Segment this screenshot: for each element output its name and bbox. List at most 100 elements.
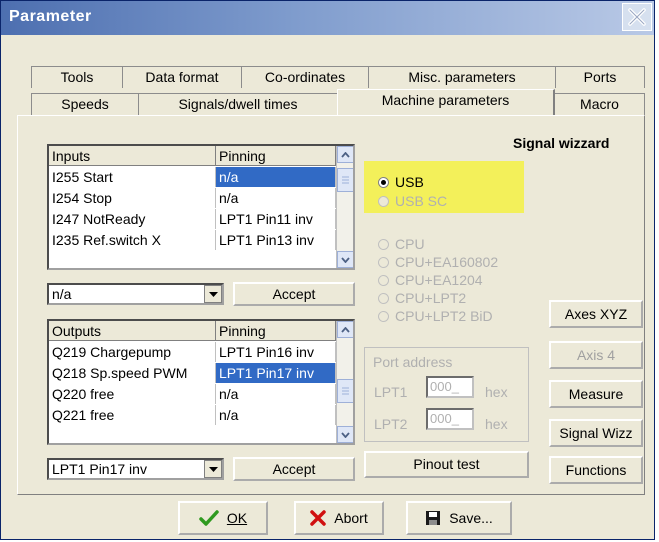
radio-dot-icon <box>378 293 389 304</box>
radio-cpu-label: CPU <box>395 236 425 252</box>
chevron-up-icon <box>341 151 350 158</box>
outputs-pinning-header[interactable]: Pinning <box>216 321 336 341</box>
tab-misc-parameters[interactable]: Misc. parameters <box>368 66 556 88</box>
list-item[interactable]: Q221 free n/a <box>49 405 336 425</box>
radio-cpu-lpt2[interactable]: CPU+LPT2 <box>378 290 466 306</box>
functions-button[interactable]: Functions <box>549 456 643 484</box>
tab-tools[interactable]: Tools <box>31 66 123 88</box>
checkmark-icon <box>199 510 219 526</box>
output-pinning: n/a <box>216 384 336 404</box>
radio-usb[interactable]: USB <box>378 174 424 190</box>
ok-button[interactable]: OK <box>178 501 268 535</box>
radio-dot-icon <box>378 239 389 250</box>
lpt1-address-input[interactable]: 000_ <box>426 376 474 398</box>
tab-speeds[interactable]: Speeds <box>31 93 139 115</box>
tab-ports[interactable]: Ports <box>555 66 645 88</box>
list-item[interactable]: Q219 Chargepump LPT1 Pin16 inv <box>49 342 336 362</box>
lpt1-unit: hex <box>485 384 508 400</box>
list-item[interactable]: I255 Start n/a <box>49 167 336 187</box>
scroll-thumb[interactable] <box>337 379 353 403</box>
chevron-down-icon <box>341 431 350 438</box>
lpt2-address-input[interactable]: 000_ <box>426 408 474 430</box>
ok-label: OK <box>226 510 248 526</box>
signal-wizzard-title: Signal wizzard <box>513 135 610 151</box>
scroll-down-button[interactable] <box>337 251 353 268</box>
window-title: Parameter <box>9 8 92 25</box>
grip-icon <box>342 176 349 184</box>
close-button[interactable] <box>622 3 652 31</box>
caret-down-icon <box>208 466 218 472</box>
list-item[interactable]: Q220 free n/a <box>49 384 336 404</box>
inputs-accept-button[interactable]: Accept <box>233 282 355 306</box>
radio-cpu-lpt2-bid[interactable]: CPU+LPT2 BiD <box>378 308 493 324</box>
tab-machine-parameters[interactable]: Machine parameters <box>337 89 555 115</box>
list-item[interactable]: I247 NotReady LPT1 Pin11 inv <box>49 209 336 229</box>
measure-button[interactable]: Measure <box>549 380 643 408</box>
radio-usb-label: USB <box>395 174 424 190</box>
radio-usb-sc[interactable]: USB SC <box>378 193 447 209</box>
chevron-up-icon <box>341 326 350 333</box>
inputs-scrollbar[interactable] <box>336 146 353 268</box>
outputs-header[interactable]: Outputs <box>49 321 216 341</box>
output-pinning-select[interactable]: LPT1 Pin17 inv <box>47 458 224 480</box>
abort-label: Abort <box>334 510 368 526</box>
outputs-accept-button[interactable]: Accept <box>233 457 355 481</box>
title-bar[interactable]: Parameter <box>1 1 654 35</box>
radio-cpu-lpt2-label: CPU+LPT2 <box>395 290 467 306</box>
output-name: Q220 free <box>49 384 216 404</box>
input-name: I235 Ref.switch X <box>49 230 216 250</box>
scroll-thumb[interactable] <box>337 168 353 192</box>
x-mark-icon <box>310 510 327 526</box>
tab-signals-dwell-times[interactable]: Signals/dwell times <box>138 93 338 115</box>
inputs-pinning-header[interactable]: Pinning <box>216 146 336 166</box>
signal-wizz-button[interactable]: Signal Wizz <box>549 419 643 447</box>
output-pinning: LPT1 Pin16 inv <box>216 342 336 362</box>
dropdown-button[interactable] <box>204 460 222 478</box>
dropdown-button[interactable] <box>204 285 222 303</box>
input-name: I247 NotReady <box>49 209 216 229</box>
list-item[interactable]: I254 Stop n/a <box>49 188 336 208</box>
lpt1-label: LPT1 <box>374 384 408 400</box>
caret-down-icon <box>208 291 218 297</box>
tab-co-ordinates[interactable]: Co-ordinates <box>241 66 369 88</box>
output-name: Q219 Chargepump <box>49 342 216 362</box>
tab-data-format[interactable]: Data format <box>122 66 242 88</box>
axis-4-button[interactable]: Axis 4 <box>549 341 643 369</box>
lpt2-label: LPT2 <box>374 416 408 432</box>
inputs-list[interactable]: Inputs Pinning I255 Start n/a I254 Stop … <box>47 144 355 270</box>
input-pinning: LPT1 Pin13 inv <box>216 230 336 250</box>
save-button[interactable]: Save... <box>406 501 512 535</box>
inputs-header[interactable]: Inputs <box>49 146 216 166</box>
list-item[interactable]: I235 Ref.switch X LPT1 Pin13 inv <box>49 230 336 250</box>
scroll-up-button[interactable] <box>337 146 353 163</box>
output-name: Q221 free <box>49 405 216 425</box>
radio-cpu-ea1204-label: CPU+EA1204 <box>395 272 483 288</box>
pinout-test-button[interactable]: Pinout test <box>364 451 529 478</box>
outputs-list[interactable]: Outputs Pinning Q219 Chargepump LPT1 Pin… <box>47 319 355 445</box>
lpt2-unit: hex <box>485 416 508 432</box>
abort-button[interactable]: Abort <box>294 501 384 535</box>
radio-dot-icon <box>378 196 389 207</box>
input-name: I254 Stop <box>49 188 216 208</box>
close-icon <box>628 8 646 26</box>
scroll-down-button[interactable] <box>337 426 353 443</box>
port-address-title: Port address <box>373 354 453 370</box>
input-name: I255 Start <box>49 167 216 187</box>
input-pinning: n/a <box>216 167 336 187</box>
output-pinning: LPT1 Pin17 inv <box>216 363 336 383</box>
axes-xyz-button[interactable]: Axes XYZ <box>549 300 643 328</box>
radio-dot-icon <box>378 177 389 188</box>
radio-cpu-ea160802[interactable]: CPU+EA160802 <box>378 254 498 270</box>
list-item[interactable]: Q218 Sp.speed PWM LPT1 Pin17 inv <box>49 363 336 383</box>
input-pinning: LPT1 Pin11 inv <box>216 209 336 229</box>
scroll-up-button[interactable] <box>337 321 353 338</box>
tab-macro[interactable]: Macro <box>554 93 645 115</box>
input-pinning-value: n/a <box>52 286 72 302</box>
radio-cpu[interactable]: CPU <box>378 236 425 252</box>
input-pinning-select[interactable]: n/a <box>47 283 224 305</box>
outputs-scrollbar[interactable] <box>336 321 353 443</box>
parameter-dialog: Parameter Tools Data format Co-ordinates… <box>0 0 655 540</box>
radio-cpu-ea160802-label: CPU+EA160802 <box>395 254 499 270</box>
radio-cpu-ea1204[interactable]: CPU+EA1204 <box>378 272 483 288</box>
radio-cpu-lpt2-bid-label: CPU+LPT2 BiD <box>395 308 493 324</box>
